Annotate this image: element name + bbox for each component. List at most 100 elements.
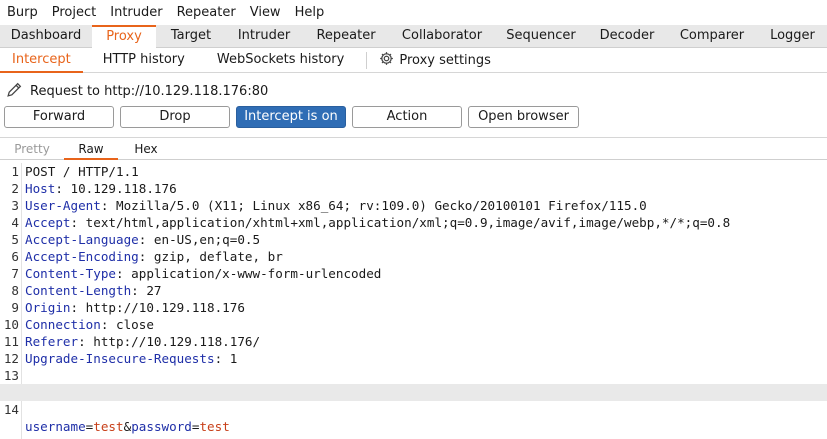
- header-value: 1: [222, 351, 238, 366]
- request-target-label: Request to http://10.129.118.176:80: [30, 83, 269, 99]
- request-line[interactable]: 12 Upgrade-Insecure-Requests: 1: [0, 350, 827, 367]
- line-number: 12: [3, 351, 19, 366]
- menu-repeater[interactable]: Repeater: [170, 0, 243, 25]
- line-number: 7: [11, 266, 19, 281]
- line-number: 2: [11, 181, 19, 196]
- param-name: password: [131, 419, 192, 434]
- header-value: en-US,en;q=0.5: [146, 232, 261, 247]
- param-value: test: [199, 419, 230, 434]
- tab-repeater[interactable]: Repeater: [302, 25, 390, 48]
- request-line[interactable]: 6 Accept-Encoding: gzip, deflate, br: [0, 248, 827, 265]
- request-line[interactable]: 2 Host: 10.129.118.176: [0, 180, 827, 197]
- tab-target[interactable]: Target: [156, 25, 226, 48]
- menu-view[interactable]: View: [243, 0, 288, 25]
- tab-proxy[interactable]: Proxy: [92, 25, 156, 48]
- menu-help[interactable]: Help: [288, 0, 332, 25]
- header-value: http://10.129.118.176: [78, 300, 245, 315]
- tab-logger[interactable]: Logger: [758, 25, 827, 48]
- header-value: close: [108, 317, 154, 332]
- request-line[interactable]: 7 Content-Type: application/x-www-form-ur…: [0, 265, 827, 282]
- menu-project[interactable]: Project: [45, 0, 103, 25]
- line-number: 3: [11, 198, 19, 213]
- header-value: 27: [138, 283, 162, 298]
- header-name: Accept-Encoding: [25, 249, 139, 264]
- line-number: 10: [3, 317, 19, 332]
- header-name: Referer: [25, 334, 79, 349]
- line-number: 4: [11, 215, 19, 230]
- header-colon: :: [70, 300, 79, 315]
- drop-button[interactable]: Drop: [120, 106, 230, 128]
- line-number: 1: [11, 164, 19, 179]
- header-name: Origin: [25, 300, 71, 315]
- request-line-text: POST / HTTP/1.1: [25, 164, 139, 179]
- header-value: Mozilla/5.0 (X11; Linux x86_64; rv:109.0…: [108, 198, 647, 213]
- request-line[interactable]: 11 Referer: http://10.129.118.176/: [0, 333, 827, 350]
- header-colon: :: [116, 266, 124, 281]
- header-value: application/x-www-form-urlencoded: [123, 266, 382, 281]
- gear-icon: [379, 51, 394, 70]
- tab-intercept[interactable]: Intercept: [0, 48, 83, 73]
- line-number: 11: [3, 334, 19, 349]
- request-line[interactable]: 8 Content-Length: 27: [0, 282, 827, 299]
- header-name: Upgrade-Insecure-Requests: [25, 351, 215, 366]
- header-name: Host: [25, 181, 56, 196]
- line-number: 6: [11, 249, 19, 264]
- request-line[interactable]: 4 Accept: text/html,application/xhtml+xml…: [0, 214, 827, 231]
- line-number: 14: [3, 402, 19, 417]
- menu-bar: Burp Project Intruder Repeater View Help: [0, 0, 827, 25]
- proxy-settings-label: Proxy settings: [399, 52, 491, 68]
- header-value: http://10.129.118.176/: [85, 334, 261, 349]
- request-body-line[interactable]: 14 username=test&password=test: [0, 384, 827, 434]
- open-browser-button[interactable]: Open browser: [468, 106, 579, 128]
- tab-comparer[interactable]: Comparer: [666, 25, 758, 48]
- request-line[interactable]: 3 User-Agent: Mozilla/5.0 (X11; Linux x86…: [0, 197, 827, 214]
- tab-collaborator[interactable]: Collaborator: [390, 25, 494, 48]
- toolbar-divider: [0, 137, 827, 138]
- header-colon: :: [78, 334, 86, 349]
- tab-intruder[interactable]: Intruder: [226, 25, 302, 48]
- proxy-sub-tab-bar: Intercept HTTP history WebSockets histor…: [0, 48, 827, 73]
- tab-decoder[interactable]: Decoder: [588, 25, 666, 48]
- tab-http-history[interactable]: HTTP history: [83, 48, 197, 73]
- message-view-tabs: Pretty Raw Hex: [0, 140, 827, 160]
- tab-pretty[interactable]: Pretty: [0, 140, 64, 160]
- line-number: 5: [11, 232, 19, 247]
- header-name: Accept-Language: [25, 232, 139, 247]
- proxy-settings-button[interactable]: Proxy settings: [375, 51, 495, 70]
- intercept-toolbar: Forward Drop Intercept is on Action Open…: [0, 106, 827, 130]
- tab-dashboard[interactable]: Dashboard: [0, 25, 92, 48]
- param-name: username: [25, 419, 86, 434]
- header-name: User-Agent: [25, 198, 101, 213]
- request-line[interactable]: 9 Origin: http://10.129.118.176: [0, 299, 827, 316]
- menu-burp[interactable]: Burp: [0, 0, 45, 25]
- request-line[interactable]: 10 Connection: close: [0, 316, 827, 333]
- tab-websockets-history[interactable]: WebSockets history: [197, 48, 356, 73]
- header-name: Accept: [25, 215, 71, 230]
- line-number: 8: [11, 283, 19, 298]
- request-target: Request to http://10.129.118.176:80: [0, 80, 268, 102]
- menu-intruder[interactable]: Intruder: [103, 0, 169, 25]
- request-line[interactable]: 5 Accept-Language: en-US,en;q=0.5: [0, 231, 827, 248]
- header-value: gzip, deflate, br: [146, 249, 283, 264]
- tab-hex[interactable]: Hex: [118, 140, 174, 160]
- tab-separator: [366, 51, 368, 69]
- request-line[interactable]: 1 POST / HTTP/1.1: [0, 163, 827, 180]
- line-number: 13: [3, 368, 19, 383]
- header-name: Connection: [25, 317, 101, 332]
- param-value: test: [93, 419, 124, 434]
- header-value: text/html,application/xhtml+xml,applicat…: [78, 215, 731, 230]
- line-number: 9: [11, 300, 19, 315]
- header-colon: :: [131, 283, 139, 298]
- main-tab-bar: Dashboard Proxy Target Intruder Repeater…: [0, 25, 827, 48]
- forward-button[interactable]: Forward: [4, 106, 114, 128]
- intercept-toggle-button[interactable]: Intercept is on: [236, 106, 346, 128]
- request-line[interactable]: 13: [0, 367, 827, 384]
- action-button[interactable]: Action: [352, 106, 462, 128]
- header-name: Content-Length: [25, 283, 132, 298]
- header-name: Content-Type: [25, 266, 116, 281]
- tab-raw[interactable]: Raw: [64, 140, 118, 160]
- pencil-icon[interactable]: [6, 81, 23, 102]
- tab-sequencer[interactable]: Sequencer: [494, 25, 588, 48]
- header-colon: :: [55, 181, 63, 196]
- request-editor[interactable]: 1 POST / HTTP/1.1 2 Host: 10.129.118.176 3 Us…: [0, 163, 827, 439]
